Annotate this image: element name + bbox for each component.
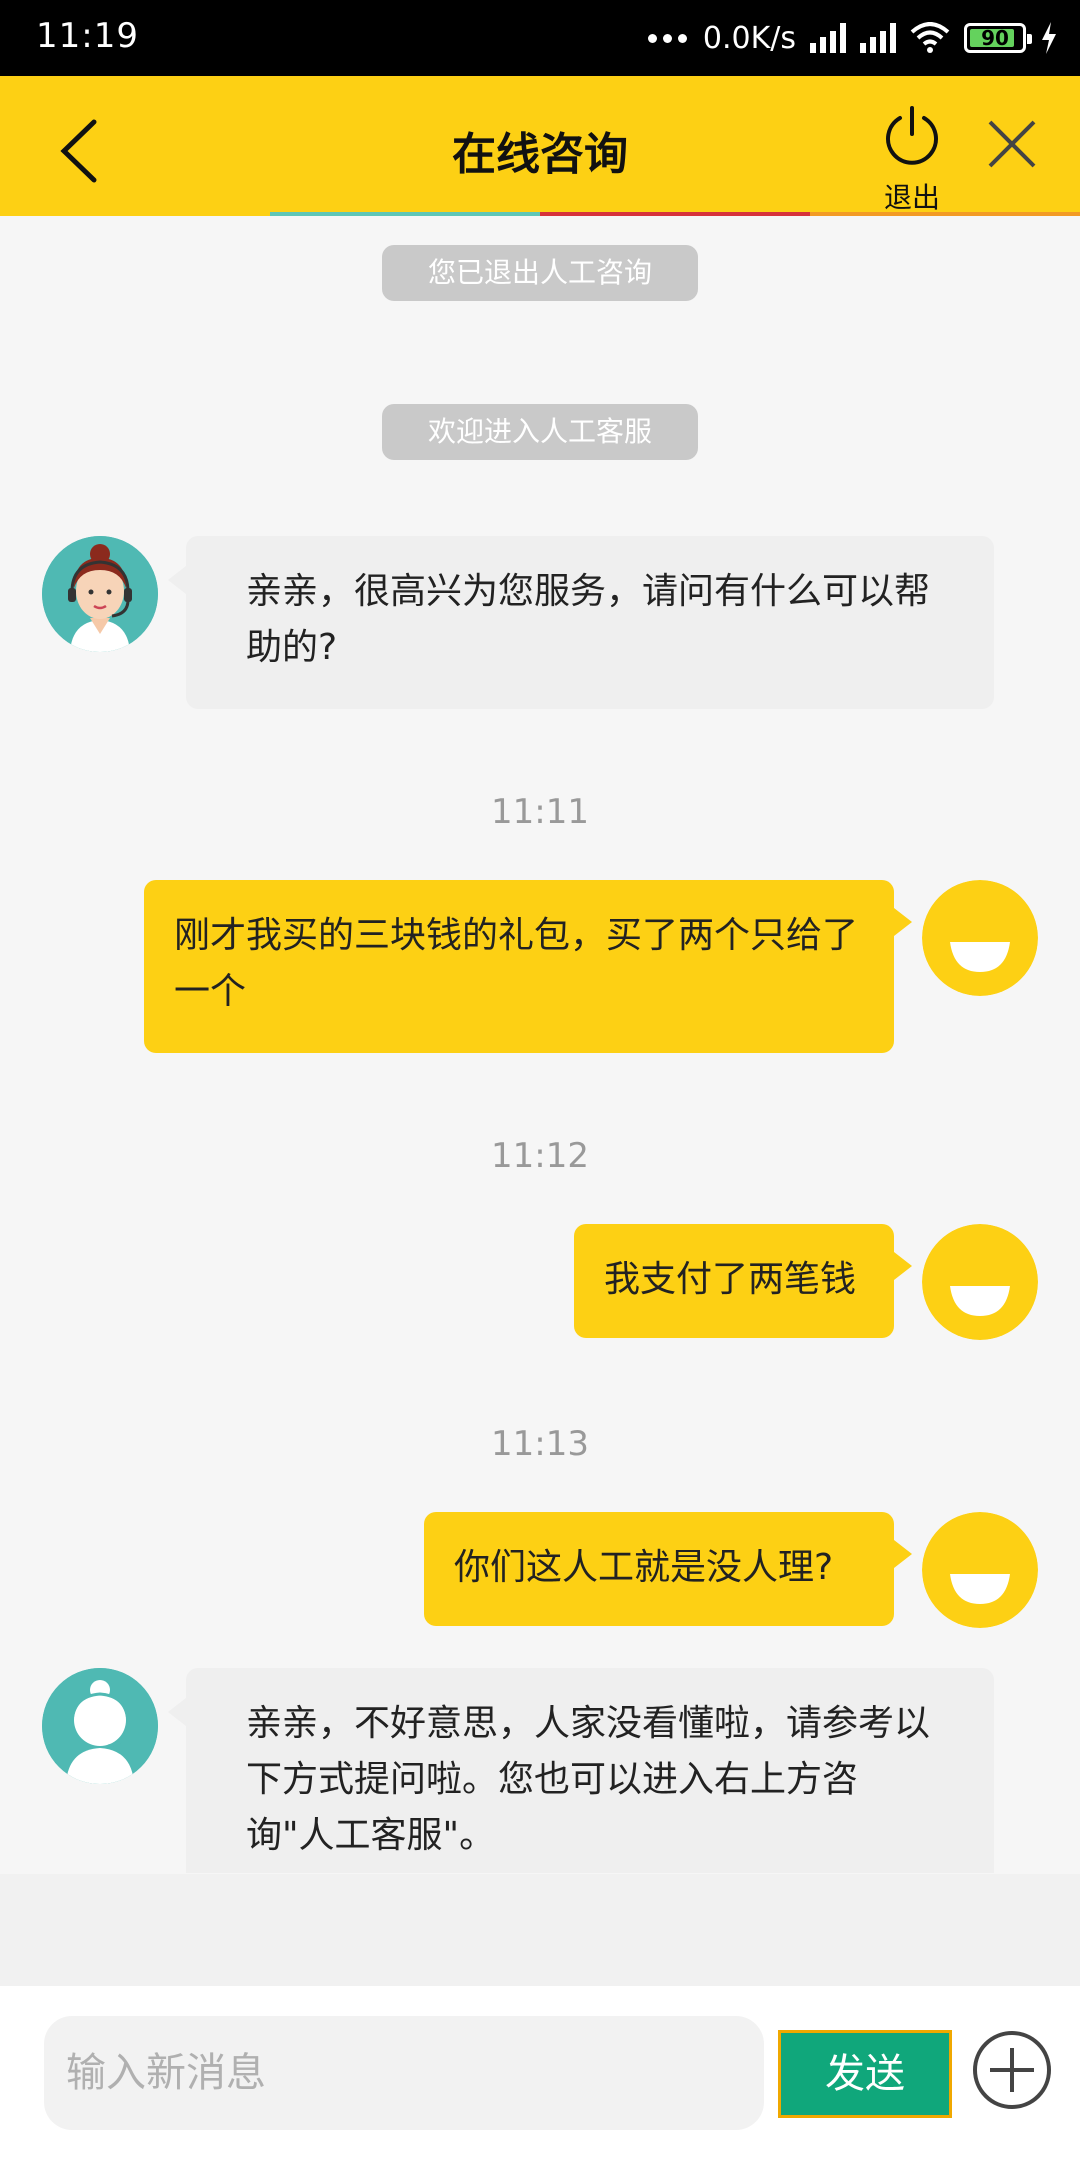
system-message: 欢迎进入人工客服 bbox=[382, 404, 698, 460]
app-header: 在线咨询 退出 bbox=[0, 76, 1080, 216]
plus-icon[interactable] bbox=[972, 2030, 1052, 2110]
message-timestamp: 11:11 bbox=[491, 792, 589, 832]
agent-avatar bbox=[42, 536, 158, 652]
user-avatar bbox=[922, 1224, 1038, 1340]
battery-icon: 90 bbox=[964, 23, 1032, 53]
message-input[interactable] bbox=[44, 2016, 764, 2130]
user-message-bubble: 刚才我买的三块钱的礼包，买了两个只给了一个 bbox=[144, 880, 912, 1053]
composer-bar: 发送 bbox=[0, 1986, 1080, 2160]
header-accent-line-orange bbox=[810, 212, 1080, 216]
agent-message-bubble: 亲亲，不好意思，人家没看懂啦，请参考以下方式提问啦。您也可以进入右上方咨询"人工… bbox=[168, 1668, 994, 1873]
send-button[interactable]: 发送 bbox=[778, 2030, 952, 2118]
status-time: 11:19 bbox=[36, 16, 139, 56]
agent-message-bubble: 亲亲，很高兴为您服务，请问有什么可以帮助的? bbox=[168, 536, 994, 709]
battery-level: 90 bbox=[981, 26, 1009, 50]
system-message: 您已退出人工咨询 bbox=[382, 245, 698, 301]
user-message-bubble: 你们这人工就是没人理? bbox=[424, 1512, 912, 1626]
user-message-bubble: 我支付了两笔钱 bbox=[574, 1224, 912, 1338]
bot-avatar bbox=[42, 1668, 158, 1784]
header-accent-line-red bbox=[540, 212, 810, 216]
message-timestamp: 11:13 bbox=[491, 1424, 589, 1464]
status-bar: 11:19 0.0K/s 90 bbox=[0, 0, 1080, 76]
wifi-icon bbox=[910, 22, 950, 53]
signal-icon-2 bbox=[860, 23, 896, 53]
chat-bottom-spacer bbox=[0, 1874, 1080, 1986]
header-accent-line-teal bbox=[270, 212, 540, 216]
user-avatar bbox=[922, 1512, 1038, 1628]
power-icon[interactable] bbox=[880, 104, 944, 168]
more-dots-icon bbox=[647, 33, 687, 43]
signal-icon bbox=[810, 23, 846, 53]
charging-bolt-icon bbox=[1042, 22, 1056, 54]
message-timestamp: 11:12 bbox=[491, 1136, 589, 1176]
exit-label[interactable]: 退出 bbox=[862, 176, 962, 216]
close-icon[interactable] bbox=[984, 116, 1040, 172]
network-speed: 0.0K/s bbox=[702, 20, 796, 56]
user-avatar bbox=[922, 880, 1038, 996]
